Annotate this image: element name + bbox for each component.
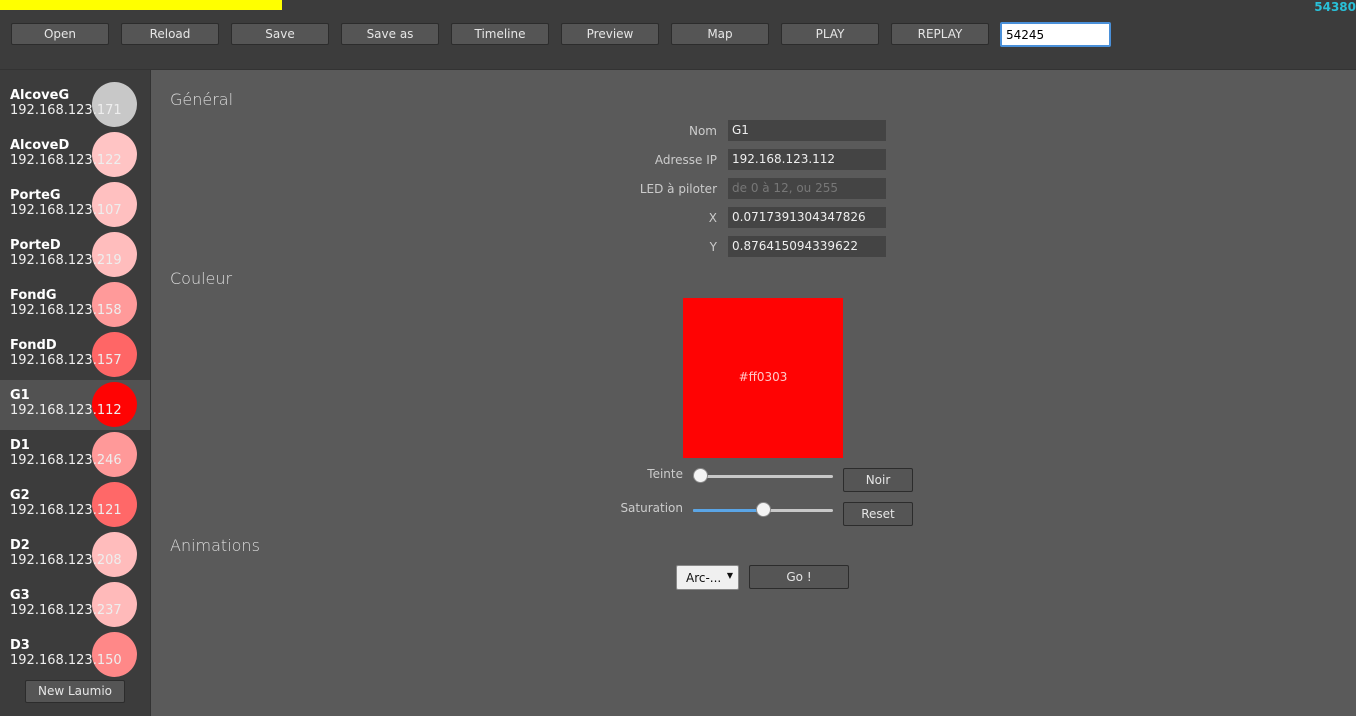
- color-swatch[interactable]: #ff0303: [683, 298, 843, 458]
- preview-button[interactable]: Preview: [561, 23, 659, 45]
- device-item[interactable]: AlcoveG 192.168.123.171: [0, 80, 150, 130]
- progress-bar: [0, 0, 282, 10]
- timeline-button[interactable]: Timeline: [451, 23, 549, 45]
- field-label: X: [708, 211, 717, 225]
- device-name: FondD: [10, 338, 57, 353]
- field-label: Nom: [688, 124, 717, 138]
- device-ip: 192.168.123.171: [10, 103, 122, 118]
- port-readout: 54380: [1314, 0, 1356, 14]
- play-button[interactable]: PLAY: [781, 23, 879, 45]
- device-name: G1: [10, 388, 30, 403]
- saturation-slider-fill: [693, 509, 763, 512]
- device-name: AlcoveD: [10, 138, 70, 153]
- device-ip: 192.168.123.112: [10, 403, 122, 418]
- noir-button[interactable]: Noir: [843, 468, 913, 492]
- animation-select[interactable]: Arc-... ▼: [676, 565, 739, 590]
- device-ip: 192.168.123.122: [10, 153, 122, 168]
- field-label: LED à piloter: [639, 182, 717, 196]
- field-input[interactable]: 0.0717391304347826: [728, 207, 886, 228]
- teinte-slider-track[interactable]: [693, 475, 833, 478]
- device-item[interactable]: D3 192.168.123.150: [0, 630, 150, 680]
- device-name: FondG: [10, 288, 57, 303]
- field-label: Adresse IP: [654, 153, 717, 167]
- teinte-label: Teinte: [647, 467, 683, 481]
- device-name: PorteG: [10, 188, 61, 203]
- device-ip: 192.168.123.121: [10, 503, 122, 518]
- port-input[interactable]: [1000, 22, 1111, 47]
- color-hex-label: #ff0303: [738, 370, 788, 384]
- device-name: D1: [10, 438, 30, 453]
- field-input[interactable]: 192.168.123.112: [728, 149, 886, 170]
- reset-button[interactable]: Reset: [843, 502, 913, 526]
- device-name: G2: [10, 488, 30, 503]
- toolbar: 54380 Open Reload Save Save as Timeline …: [0, 0, 1356, 70]
- device-name: PorteD: [10, 238, 61, 253]
- device-ip: 192.168.123.158: [10, 303, 122, 318]
- device-name: D2: [10, 538, 30, 553]
- device-name: G3: [10, 588, 30, 603]
- device-item[interactable]: G2 192.168.123.121: [0, 480, 150, 530]
- map-button[interactable]: Map: [671, 23, 769, 45]
- save-as-button[interactable]: Save as: [341, 23, 439, 45]
- device-item[interactable]: AlcoveD 192.168.123.122: [0, 130, 150, 180]
- new-laumio-button[interactable]: New Laumio: [25, 680, 125, 703]
- device-item[interactable]: FondG 192.168.123.158: [0, 280, 150, 330]
- device-name: D3: [10, 638, 30, 653]
- device-item[interactable]: G1 192.168.123.112: [0, 380, 150, 430]
- chevron-down-icon: ▼: [726, 571, 733, 580]
- device-item[interactable]: PorteG 192.168.123.107: [0, 180, 150, 230]
- general-section-title: Général: [170, 90, 234, 109]
- animations-section-title: Animations: [170, 536, 260, 555]
- device-ip: 192.168.123.237: [10, 603, 122, 618]
- device-ip: 192.168.123.150: [10, 653, 122, 668]
- teinte-slider-handle[interactable]: [693, 468, 708, 483]
- device-ip: 192.168.123.208: [10, 553, 122, 568]
- field-input[interactable]: G1: [728, 120, 886, 141]
- device-item[interactable]: D2 192.168.123.208: [0, 530, 150, 580]
- device-item[interactable]: G3 192.168.123.237: [0, 580, 150, 630]
- save-button[interactable]: Save: [231, 23, 329, 45]
- replay-button[interactable]: REPLAY: [891, 23, 989, 45]
- saturation-slider-handle[interactable]: [755, 502, 771, 517]
- device-item[interactable]: FondD 192.168.123.157: [0, 330, 150, 380]
- device-ip: 192.168.123.246: [10, 453, 122, 468]
- go-button[interactable]: Go !: [749, 565, 849, 589]
- animation-select-value: Arc-...: [686, 571, 722, 585]
- device-ip: 192.168.123.219: [10, 253, 122, 268]
- saturation-label: Saturation: [620, 501, 683, 515]
- device-ip: 192.168.123.157: [10, 353, 122, 368]
- field-input[interactable]: de 0 à 12, ou 255: [728, 178, 886, 199]
- reload-button[interactable]: Reload: [121, 23, 219, 45]
- device-ip: 192.168.123.107: [10, 203, 122, 218]
- field-label: Y: [709, 240, 717, 254]
- device-name: AlcoveG: [10, 88, 70, 103]
- field-input[interactable]: 0.876415094339622: [728, 236, 886, 257]
- device-item[interactable]: D1 192.168.123.246: [0, 430, 150, 480]
- device-list: AlcoveG 192.168.123.171 AlcoveD 192.168.123…: [0, 70, 151, 716]
- device-item[interactable]: PorteD 192.168.123.219: [0, 230, 150, 280]
- open-button[interactable]: Open: [11, 23, 109, 45]
- couleur-section-title: Couleur: [170, 269, 233, 288]
